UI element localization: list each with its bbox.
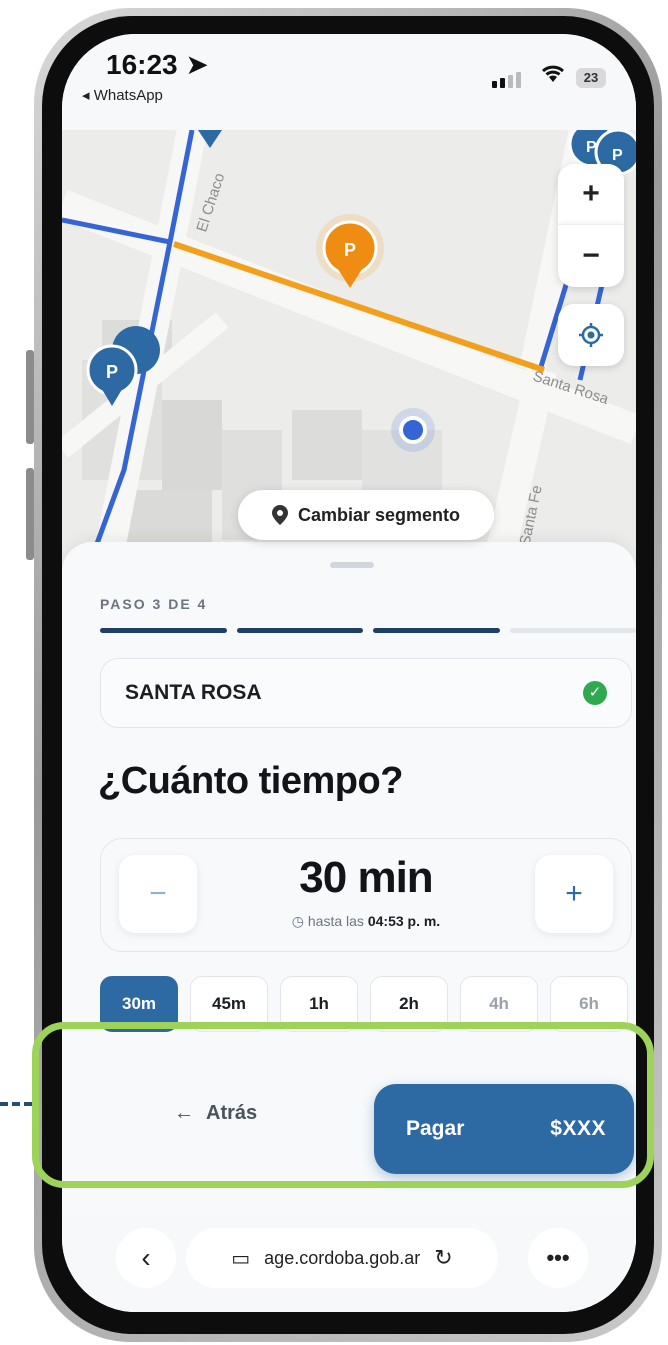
highlight-frame [32, 1022, 654, 1188]
bottom-sheet: PASO 3 DE 4 SANTA ROSA ✓ ¿Cuánto tiempo?… [62, 542, 636, 1312]
progress-segment [373, 628, 500, 633]
phone-side-button-bottom [26, 468, 34, 560]
street-label-el-chaco: El Chaco [193, 171, 228, 234]
browser-address-bar[interactable]: ▭ age.cordoba.gob.ar ↻ [186, 1228, 498, 1288]
reload-icon[interactable]: ↻ [434, 1245, 452, 1271]
parking-marker-selected: P [316, 214, 384, 288]
step-indicator: PASO 3 DE 4 [100, 596, 208, 612]
zoom-in-button[interactable]: + [558, 164, 624, 224]
more-dots-icon: ••• [546, 1245, 570, 1270]
duration-question: ¿Cuánto tiempo? [98, 760, 403, 802]
svg-text:P: P [106, 362, 118, 382]
segment-name: SANTA ROSA [125, 681, 262, 704]
progress-segment [509, 628, 636, 633]
recenter-location-button[interactable] [558, 304, 624, 366]
phone-side-button-top [26, 350, 34, 444]
sheet-drag-handle[interactable] [330, 562, 374, 568]
chevron-left-icon: ‹ [141, 1242, 151, 1273]
change-segment-label: Cambiar segmento [297, 504, 461, 525]
browser-toolbar: ‹ ▭ age.cordoba.gob.ar ↻ ••• [62, 1214, 636, 1312]
browser-back-button[interactable]: ‹ [116, 1228, 176, 1288]
status-bar: 16:23 ➤ ◂ WhatsApp 23 [62, 34, 636, 130]
increase-duration-button[interactable]: + [535, 855, 613, 933]
change-segment-button[interactable]: Cambiar segmento [238, 490, 494, 540]
selected-segment-card: SANTA ROSA ✓ [100, 658, 632, 728]
wifi-icon [542, 65, 564, 82]
browser-more-button[interactable]: ••• [528, 1228, 588, 1288]
progress-segment [100, 628, 227, 633]
back-to-app-link[interactable]: ◂ WhatsApp [82, 86, 163, 104]
signal-icon [492, 72, 521, 88]
duration-selector: − 30 min ◷ hasta las 04:53 p. m. + [100, 838, 632, 952]
battery-icon: 23 [576, 68, 606, 88]
progress-segment [236, 628, 363, 633]
tab-page-icon: ▭ [231, 1247, 251, 1270]
status-time: 16:23 ➤ [106, 49, 209, 80]
end-time-value: 04:53 p. m. [367, 913, 441, 929]
step-progress-bar [100, 628, 636, 633]
svg-text:P: P [612, 147, 623, 164]
location-arrow-icon: ➤ [185, 49, 209, 80]
callout-dashed-line [0, 1102, 32, 1106]
user-location-dot [391, 408, 435, 452]
svg-text:P: P [586, 139, 597, 156]
crosshair-icon [579, 323, 603, 347]
zoom-out-button[interactable]: − [558, 224, 624, 287]
browser-url: age.cordoba.gob.ar [264, 1247, 421, 1268]
check-circle-icon: ✓ [583, 681, 607, 705]
clock-icon: ◷ [291, 913, 304, 929]
map-pin-icon [271, 505, 288, 525]
svg-text:P: P [344, 240, 356, 260]
